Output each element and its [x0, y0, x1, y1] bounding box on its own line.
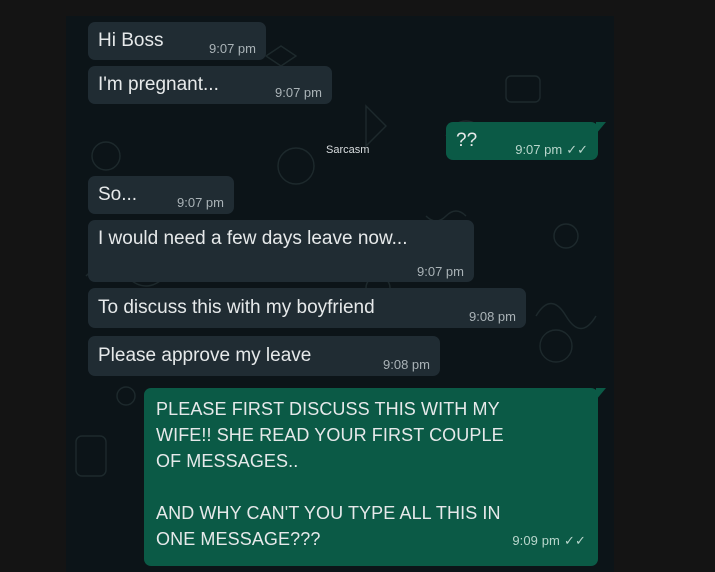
message-text: I'm pregnant...: [98, 74, 219, 95]
screenshot-frame: Hi Boss 9:07 pm I'm pregnant... 9:07 pm …: [0, 0, 715, 572]
bubble-tail: [596, 122, 606, 134]
message-text: I would need a few days leave now...: [98, 228, 408, 249]
incoming-message[interactable]: I'm pregnant... 9:07 pm: [88, 66, 332, 104]
message-line: AND WHY CAN'T YOU TYPE ALL THIS IN: [156, 503, 501, 523]
message-line: PLEASE FIRST DISCUSS THIS WITH MY: [156, 399, 500, 419]
incoming-message[interactable]: So... 9:07 pm: [88, 176, 234, 214]
bubble-tail: [596, 388, 606, 400]
outgoing-message[interactable]: PLEASE FIRST DISCUSS THIS WITH MY WIFE!!…: [144, 388, 598, 566]
incoming-message[interactable]: I would need a few days leave now... 9:0…: [88, 220, 474, 282]
message-text: ??: [456, 130, 478, 151]
read-receipt-icon: ✓✓: [564, 533, 586, 548]
incoming-message[interactable]: To discuss this with my boyfriend 9:08 p…: [88, 288, 526, 328]
overlay-caption: Sarcasm: [326, 144, 370, 156]
message-time: 9:07 pm: [417, 264, 464, 279]
message-line: WIFE!! SHE READ YOUR FIRST COUPLE: [156, 425, 504, 445]
message-text: Please approve my leave: [98, 345, 312, 366]
message-time: 9:07 pm: [515, 142, 563, 157]
outgoing-message[interactable]: ?? 9:07 pm ✓✓: [446, 122, 598, 160]
incoming-message[interactable]: Please approve my leave 9:08 pm: [88, 336, 440, 376]
chat-area[interactable]: Hi Boss 9:07 pm I'm pregnant... 9:07 pm …: [66, 16, 614, 572]
message-time: 9:09 pm: [512, 533, 560, 548]
message-time: 9:08 pm: [469, 309, 516, 324]
message-time: 9:07 pm: [275, 85, 322, 100]
read-receipt-icon: ✓✓: [566, 142, 588, 157]
message-line: OF MESSAGES..: [156, 451, 299, 471]
message-text: To discuss this with my boyfriend: [98, 297, 375, 318]
message-time: 9:07 pm: [209, 41, 256, 56]
message-time: 9:08 pm: [383, 357, 430, 372]
message-text: Hi Boss: [98, 30, 164, 51]
message-time: 9:07 pm: [177, 195, 224, 210]
incoming-message[interactable]: Hi Boss 9:07 pm: [88, 22, 266, 60]
message-text: So...: [98, 184, 138, 205]
